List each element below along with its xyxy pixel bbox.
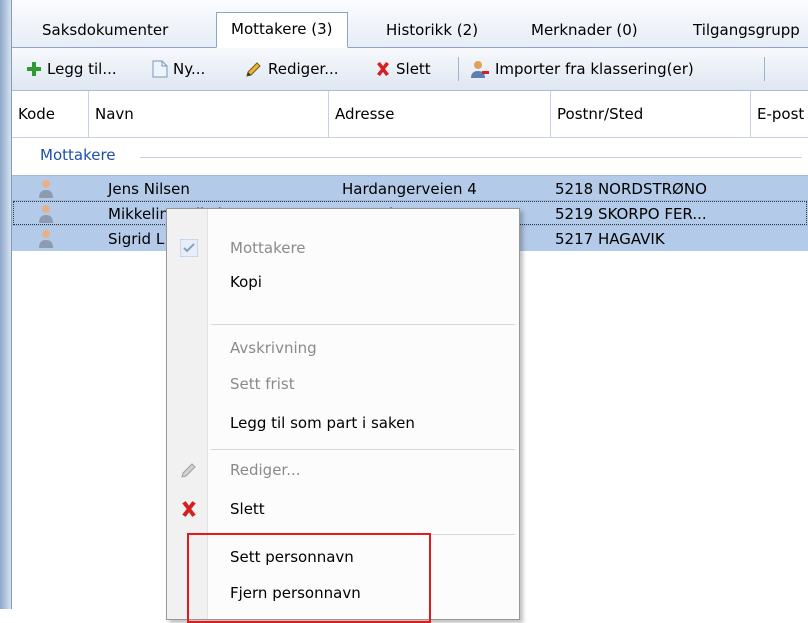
cell-postnr-sted: 5218 NORDSTRØNO (555, 176, 707, 202)
new-button-label: Ny... (173, 60, 205, 78)
menu-item-sett-frist[interactable]: Sett frist (167, 367, 519, 401)
window-left-edge (0, 0, 12, 609)
new-button[interactable]: Ny... (152, 48, 205, 90)
menu-item-rediger[interactable]: Rediger... (167, 453, 519, 487)
delete-button[interactable]: Slett (375, 48, 431, 90)
tab-historikk[interactable]: Historikk (2) (372, 14, 492, 47)
pencil-icon (180, 461, 198, 479)
person-icon (38, 229, 54, 249)
menu-separator (211, 324, 515, 325)
column-header-navn[interactable]: Navn (88, 91, 328, 137)
cell-navn: Sigrid L (108, 226, 164, 252)
edit-button[interactable]: Rediger... (245, 48, 339, 90)
toolbar: Legg til... Ny... Rediger... Slett Impor… (12, 48, 808, 91)
user-import-icon (470, 59, 490, 79)
menu-item-label: Slett (230, 492, 265, 526)
person-icon (38, 179, 54, 199)
column-header-postnr-sted[interactable]: Postnr/Sted (550, 91, 750, 137)
group-divider (140, 157, 802, 158)
add-button[interactable]: Legg til... (26, 48, 117, 90)
cell-adresse: Hardangerveien 4 (342, 176, 477, 202)
column-header-adresse[interactable]: Adresse (328, 91, 550, 137)
plus-icon (26, 61, 42, 77)
menu-item-label: Kopi (230, 265, 262, 299)
highlight-box (187, 533, 431, 623)
import-button[interactable]: Importer fra klassering(er) (470, 48, 694, 90)
menu-item-mottakere[interactable]: Mottakere (167, 231, 519, 265)
pencil-icon (245, 60, 263, 78)
tab-saksdokumenter[interactable]: Saksdokumenter (28, 14, 182, 47)
cell-navn: Jens Nilsen (108, 176, 190, 202)
delete-x-icon (375, 61, 391, 77)
group-label: Mottakere (40, 146, 116, 164)
tab-strip: Saksdokumenter Mottakere (3) Historikk (… (12, 0, 808, 48)
delete-button-label: Slett (396, 60, 431, 78)
checkmark-icon (180, 239, 198, 257)
column-header-epost[interactable]: E-post (750, 91, 808, 137)
toolbar-separator (764, 57, 765, 81)
import-button-label: Importer fra klassering(er) (495, 60, 694, 78)
menu-item-label: Legg til som part i saken (230, 406, 415, 440)
cell-postnr-sted: 5219 SKORPO FER... (555, 201, 707, 227)
menu-item-avskrivning[interactable]: Avskrivning (167, 331, 519, 365)
add-button-label: Legg til... (47, 60, 117, 78)
group-header[interactable]: Mottakere (12, 138, 808, 174)
column-header-row: Kode Navn Adresse Postnr/Sted E-post (12, 91, 808, 138)
menu-item-slett[interactable]: Slett (167, 492, 519, 526)
toolbar-separator (458, 57, 459, 81)
table-row[interactable]: Jens Nilsen Hardangerveien 4 5218 NORDST… (12, 175, 808, 201)
menu-item-label: Mottakere (230, 231, 306, 265)
tab-merknader[interactable]: Merknader (0) (517, 14, 652, 47)
delete-x-icon (180, 500, 198, 518)
column-header-kode[interactable]: Kode (12, 91, 88, 137)
tab-tilgangsgrupper[interactable]: Tilgangsgrupp (679, 14, 808, 47)
menu-item-label: Avskrivning (230, 331, 317, 365)
menu-item-legg-til-som-part[interactable]: Legg til som part i saken (167, 406, 519, 440)
new-document-icon (152, 60, 168, 78)
menu-item-kopi[interactable]: Kopi (167, 265, 519, 299)
person-icon (38, 204, 54, 224)
edit-button-label: Rediger... (268, 60, 339, 78)
cell-postnr-sted: 5217 HAGAVIK (555, 226, 665, 252)
menu-item-label: Rediger... (230, 453, 301, 487)
menu-item-label: Sett frist (230, 367, 295, 401)
menu-separator (211, 449, 515, 450)
tab-mottakere[interactable]: Mottakere (3) (216, 12, 348, 48)
